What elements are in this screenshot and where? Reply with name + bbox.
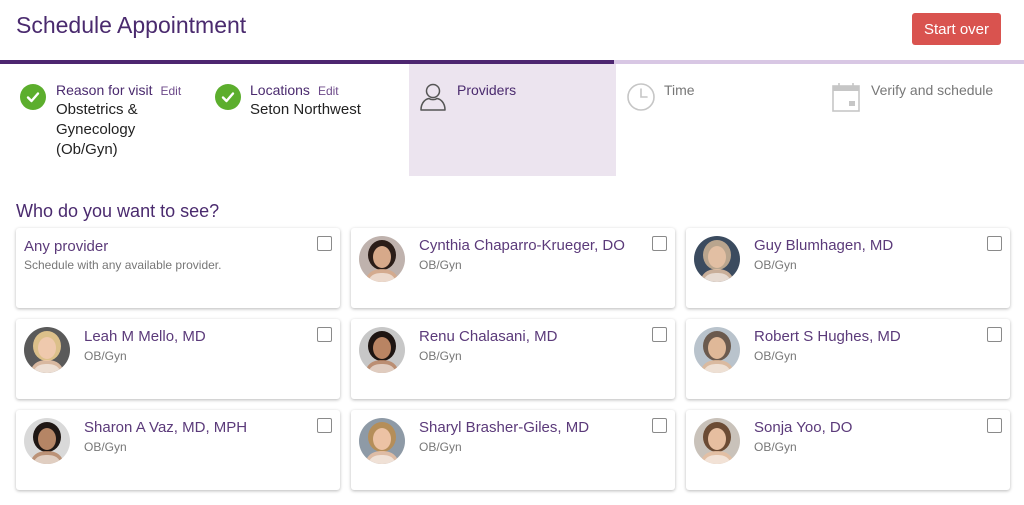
step-time: Time (616, 64, 820, 176)
step-indicator: Reason for visit Edit Obstetrics & Gyneco… (0, 64, 1024, 176)
check-circle-icon (20, 84, 46, 110)
provider-name: Renu Chalasani, MD (419, 328, 558, 345)
avatar (24, 418, 70, 464)
provider-specialty: OB/Gyn (754, 258, 797, 272)
check-circle-icon (215, 84, 241, 110)
provider-checkbox[interactable] (987, 236, 1002, 251)
avatar (359, 236, 405, 282)
provider-name: Sharyl Brasher-Giles, MD (419, 419, 590, 436)
provider-specialty: OB/Gyn (754, 349, 797, 363)
provider-card[interactable]: Renu Chalasani, MD OB/Gyn (351, 319, 675, 399)
provider-card[interactable]: Robert S Hughes, MD OB/Gyn (686, 319, 1010, 399)
calendar-icon (831, 81, 861, 113)
step-label: Locations (250, 82, 310, 98)
provider-specialty: OB/Gyn (419, 258, 462, 272)
provider-card[interactable]: Sonja Yoo, DO OB/Gyn (686, 410, 1010, 490)
provider-name: Any provider (24, 238, 109, 255)
provider-name: Robert S Hughes, MD (754, 328, 901, 345)
provider-checkbox[interactable] (652, 327, 667, 342)
step-value-line: Gynecology (56, 121, 136, 138)
provider-card-any[interactable]: Any provider Schedule with any available… (16, 228, 340, 308)
step-label: Verify and schedule (871, 82, 994, 98)
avatar (694, 327, 740, 373)
provider-checkbox[interactable] (317, 418, 332, 433)
edit-reason-link[interactable]: Edit (160, 84, 181, 98)
avatar (24, 327, 70, 373)
provider-name: Guy Blumhagen, MD (754, 237, 894, 254)
edit-locations-link[interactable]: Edit (318, 84, 339, 98)
app-header: Schedule Appointment Start over (0, 0, 1024, 62)
provider-checkbox[interactable] (652, 236, 667, 251)
provider-name: Sonja Yoo, DO (754, 419, 853, 436)
step-reason-for-visit: Reason for visit Edit Obstetrics & Gyneco… (0, 64, 206, 176)
avatar (694, 418, 740, 464)
step-value: Obstetrics & Gynecology (Ob/Gyn) (56, 100, 138, 160)
step-value-line: Seton Northwest (250, 101, 361, 118)
provider-checkbox[interactable] (987, 327, 1002, 342)
provider-card[interactable]: Leah M Mello, MD OB/Gyn (16, 319, 340, 399)
avatar (694, 236, 740, 282)
provider-checkbox[interactable] (317, 236, 332, 251)
person-icon (419, 82, 447, 112)
clock-icon (626, 82, 656, 112)
step-locations: Locations Edit Seton Northwest (206, 64, 409, 176)
step-value-line: Obstetrics & (56, 101, 138, 118)
provider-card[interactable]: Cynthia Chaparro-Krueger, DO OB/Gyn (351, 228, 675, 308)
provider-card[interactable]: Sharyl Brasher-Giles, MD OB/Gyn (351, 410, 675, 490)
step-providers: Providers (409, 64, 616, 176)
provider-specialty: OB/Gyn (84, 349, 127, 363)
step-value: Seton Northwest (250, 100, 361, 120)
start-over-button[interactable]: Start over (912, 13, 1001, 45)
provider-specialty: OB/Gyn (84, 440, 127, 454)
provider-name: Leah M Mello, MD (84, 328, 206, 345)
provider-specialty: OB/Gyn (419, 349, 462, 363)
step-label: Time (664, 82, 695, 98)
avatar (359, 327, 405, 373)
provider-card[interactable]: Sharon A Vaz, MD, MPH OB/Gyn (16, 410, 340, 490)
step-value-line: (Ob/Gyn) (56, 141, 118, 158)
provider-specialty: Schedule with any available provider. (24, 258, 222, 272)
provider-name: Sharon A Vaz, MD, MPH (84, 419, 248, 436)
step-label: Providers (457, 82, 517, 98)
step-verify-and-schedule: Verify and schedule (820, 64, 1024, 176)
provider-specialty: OB/Gyn (754, 440, 797, 454)
provider-specialty: OB/Gyn (419, 440, 462, 454)
section-title: Who do you want to see? (16, 201, 220, 221)
provider-name: Cynthia Chaparro-Krueger, DO (419, 237, 625, 254)
provider-checkbox[interactable] (987, 418, 1002, 433)
provider-card[interactable]: Guy Blumhagen, MD OB/Gyn (686, 228, 1010, 308)
avatar (359, 418, 405, 464)
page-title: Schedule Appointment (16, 12, 247, 38)
step-label: Reason for visit (56, 82, 153, 98)
provider-checkbox[interactable] (652, 418, 667, 433)
provider-checkbox[interactable] (317, 327, 332, 342)
